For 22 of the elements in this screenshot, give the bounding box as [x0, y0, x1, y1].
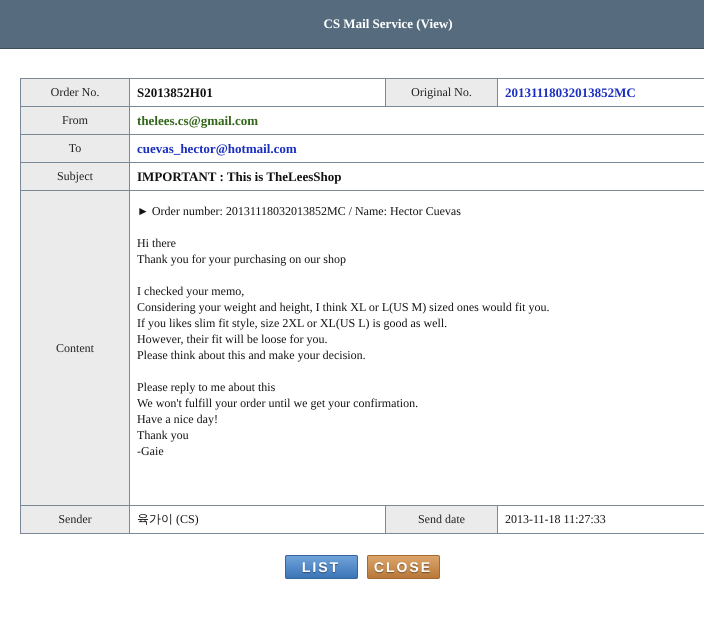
window-title: CS Mail Service (View) [322, 16, 453, 32]
recipient-email: cuevas_hector@hotmail.com [137, 140, 297, 156]
close-button[interactable]: CLOSE [366, 555, 440, 579]
original-number: 20131118032013852MC [505, 84, 636, 100]
message-paragraph: Please reply to me about this We won't fulfill your order until we get your confirmation. Have a nice day! Thank you -Gaie [137, 379, 420, 459]
sender-email: thelees.cs@gmail.com [137, 112, 258, 128]
field-label: Send date [418, 512, 465, 526]
field-label: To [68, 141, 82, 155]
list-button[interactable]: LIST [284, 555, 358, 579]
field-label: Content [56, 340, 94, 354]
order-number: S2013852H01 [137, 84, 213, 100]
message-paragraph: Hi there Thank you for your purchasing on our shop [137, 235, 347, 267]
field-label: Order No. [50, 85, 100, 99]
sender-name: 육가이 (CS) [137, 512, 199, 526]
message-paragraph: I checked your memo, Considering your weight and height, I think XL or L(US M) sized ones would fit you. If you likes slim fit style, size 2XL or XL(US L) is good as well. However, their fit will be loose for you. Please think about this and make your decision. [137, 283, 550, 363]
field-label: Sender [58, 512, 92, 526]
field-label: Original No. [411, 85, 472, 99]
field-label: From [62, 113, 88, 127]
subject-text: IMPORTANT : This is TheLeesShop [137, 168, 342, 184]
message-paragraph: ► Order number: 20131118032013852MC / Name: Hector Cuevas [137, 203, 462, 219]
send-date: 2013-11-18 11:27:33 [505, 512, 606, 526]
field-label: Subject [57, 169, 93, 183]
